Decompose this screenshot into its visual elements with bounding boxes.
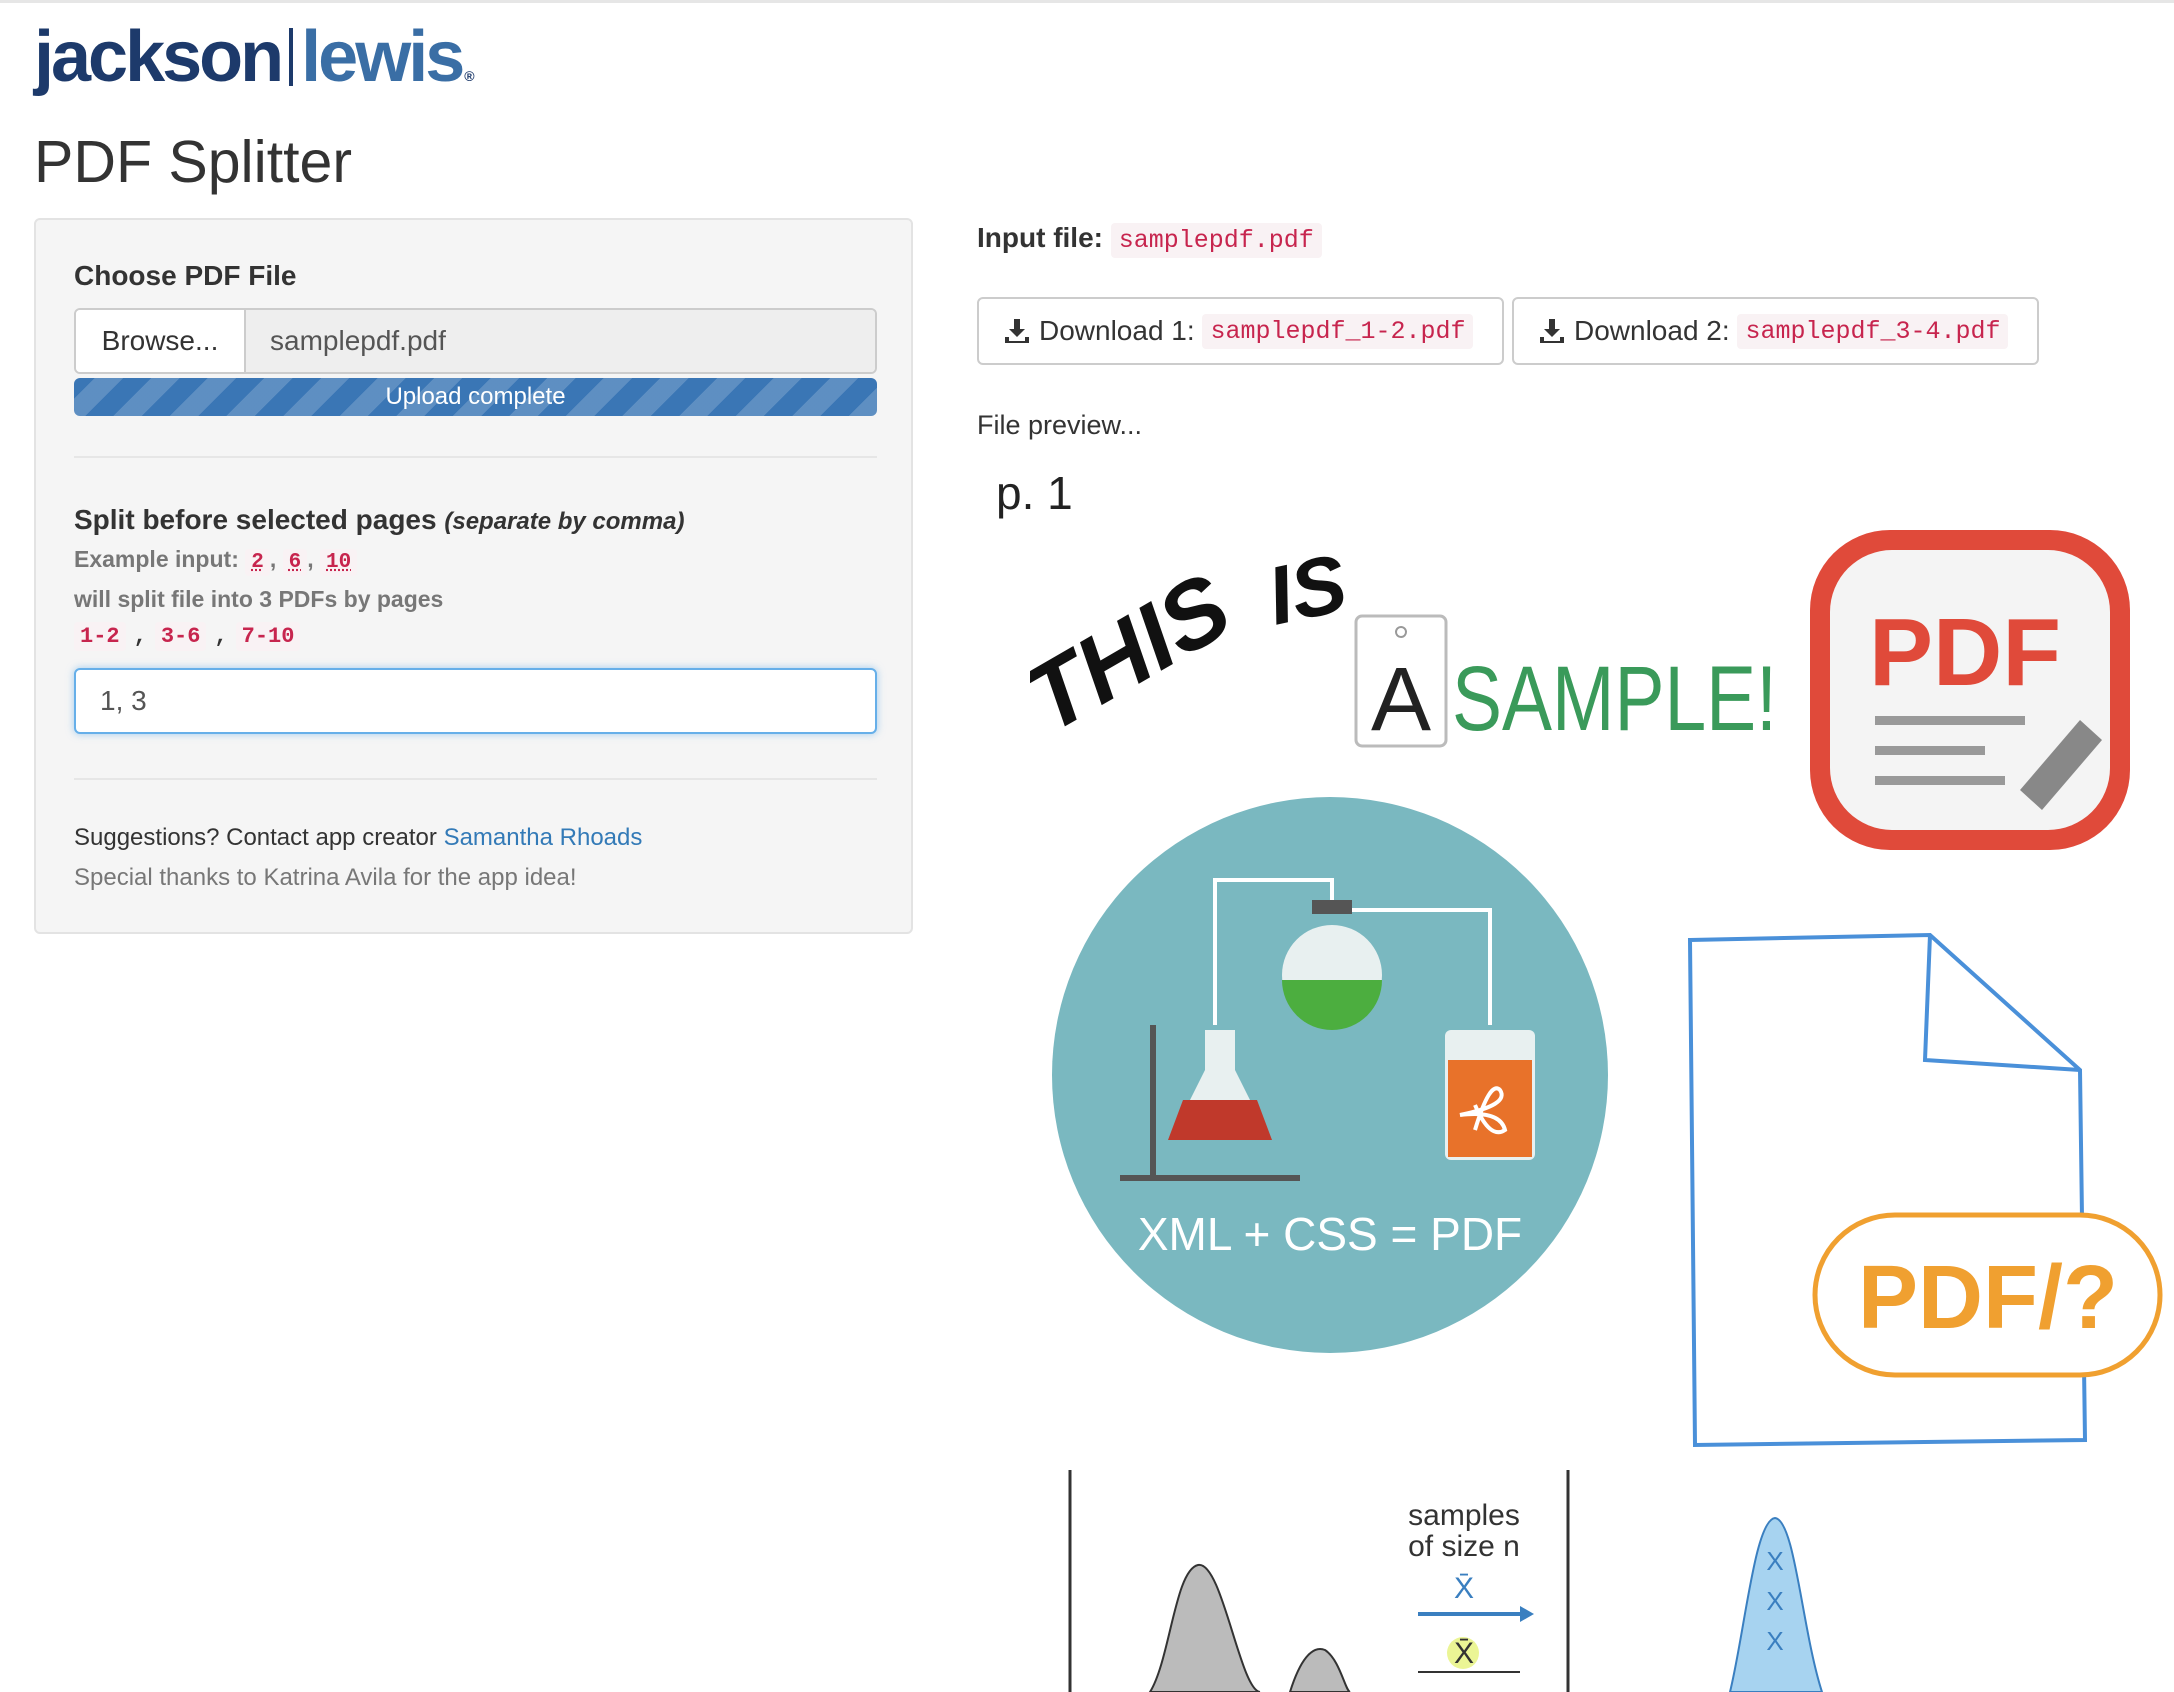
sampling-distribution-graphic: samples of size n X̄ X̄ X X X: [1068, 1470, 1824, 1692]
logo-word-jackson: jackson: [34, 17, 284, 97]
sampling-x-mark: X: [1766, 1626, 1783, 1656]
input-file-name: samplepdf.pdf: [1110, 223, 1322, 258]
population-peak-1: [1148, 1564, 1261, 1692]
download-2-label: Download 2:: [1574, 315, 1730, 346]
split-range: 7-10: [235, 622, 301, 651]
flask-cap: [1312, 900, 1352, 914]
example-input-line: Example input: 2, 6, 10: [74, 546, 358, 576]
download-icon: [1005, 319, 1029, 343]
suggestion-line: Suggestions? Contact app creator Samanth…: [74, 824, 642, 852]
split-range: 1-2: [74, 622, 126, 651]
xbar-blue: X̄: [1454, 1572, 1474, 1605]
stand-pole: [1150, 1025, 1156, 1175]
is-text: IS: [1260, 537, 1355, 642]
top-border: [0, 0, 2174, 3]
erlenmeyer-liquid: [1168, 1100, 1272, 1140]
file-input-group: Browse... samplepdf.pdf: [74, 308, 877, 374]
sample-letter: A: [1371, 650, 1431, 750]
example-value: 10: [320, 549, 358, 576]
split-range: 3-6: [154, 622, 207, 651]
split-ranges: 1-2, 3-6, 7-10: [74, 622, 301, 651]
sampling-x-mark: X: [1766, 1586, 1783, 1616]
sample-text: SAMPLE!: [1452, 648, 1777, 750]
split-pages-hint: (separate by comma): [444, 508, 685, 535]
pdf-question-document: PDF/?: [1687, 932, 2163, 1448]
thanks-text: Special thanks to Katrina Avila for the …: [74, 864, 577, 891]
samples-label-line2: of size n: [1408, 1530, 1520, 1563]
selected-filename-field: samplepdf.pdf: [246, 310, 875, 372]
example-value: 6: [282, 549, 308, 576]
download-1-label: Download 1:: [1039, 315, 1195, 346]
example-value: 2: [245, 549, 270, 576]
split-pages-label: Split before selected pages (separate by…: [74, 504, 684, 536]
doc-badge-text: PDF/?: [1858, 1248, 2118, 1348]
pdf-app-icon: PDF: [1810, 530, 2130, 850]
samples-label-line1: samples: [1408, 1499, 1520, 1532]
divider: [74, 456, 877, 458]
file-preview-label: File preview...: [977, 410, 1143, 440]
page-title: PDF Splitter: [34, 129, 353, 195]
download-icon: [1540, 319, 1564, 343]
pdf-icon-text: PDF: [1869, 599, 2061, 706]
split-pages-title: Split before selected pages: [74, 504, 437, 535]
download-1-file: samplepdf_1-2.pdf: [1202, 313, 1474, 349]
split-pages-input[interactable]: 1, 3: [74, 668, 877, 734]
arrow-head: [1520, 1606, 1534, 1622]
logo-word-lewis: lewis: [301, 17, 465, 97]
this-is-graphic: THIS IS: [1030, 537, 1355, 753]
preview-page-number: p. 1: [996, 467, 1073, 519]
choose-file-label: Choose PDF File: [74, 260, 297, 291]
xml-css-pdf-graphic: XML + CSS = PDF: [1052, 797, 1608, 1353]
upload-progress-bar: Upload complete: [74, 378, 877, 416]
pdf-icon-line: [1875, 716, 2025, 725]
stand-base: [1120, 1175, 1300, 1181]
download-1-button[interactable]: Download 1: samplepdf_1-2.pdf: [977, 297, 1504, 365]
example-input-prefix: Example input:: [74, 546, 239, 572]
download-2-button[interactable]: Download 2: samplepdf_3-4.pdf: [1512, 297, 2039, 365]
pdf-icon-line: [1875, 746, 1985, 755]
browse-button[interactable]: Browse...: [76, 310, 246, 372]
xbar-black: X̄: [1454, 1637, 1474, 1670]
download-2-file: samplepdf_3-4.pdf: [1737, 313, 2009, 349]
upload-progress-label: Upload complete: [385, 383, 566, 410]
creator-link[interactable]: Samantha Rhoads: [444, 824, 643, 851]
circle-caption: XML + CSS = PDF: [1138, 1208, 1522, 1260]
input-file-line: Input file: samplepdf.pdf: [977, 222, 1322, 258]
logo-registered-mark: ®: [464, 68, 475, 84]
logo-divider: [289, 28, 294, 86]
jackson-lewis-logo: jackson lewis ®: [34, 8, 475, 98]
sampling-x-mark: X: [1766, 1546, 1783, 1576]
input-file-label: Input file:: [977, 222, 1103, 253]
suggestion-text: Suggestions? Contact app creator: [74, 824, 437, 851]
a-sample-graphic: A SAMPLE!: [1354, 614, 1777, 750]
population-peak-2: [1288, 1648, 1351, 1692]
sidebar-panel: Choose PDF File Browse... samplepdf.pdf …: [34, 218, 913, 934]
this-text: THIS: [1030, 553, 1248, 753]
pdf-icon-line: [1875, 776, 2005, 785]
divider: [74, 778, 877, 780]
split-result-text: will split file into 3 PDFs by pages: [74, 586, 444, 612]
